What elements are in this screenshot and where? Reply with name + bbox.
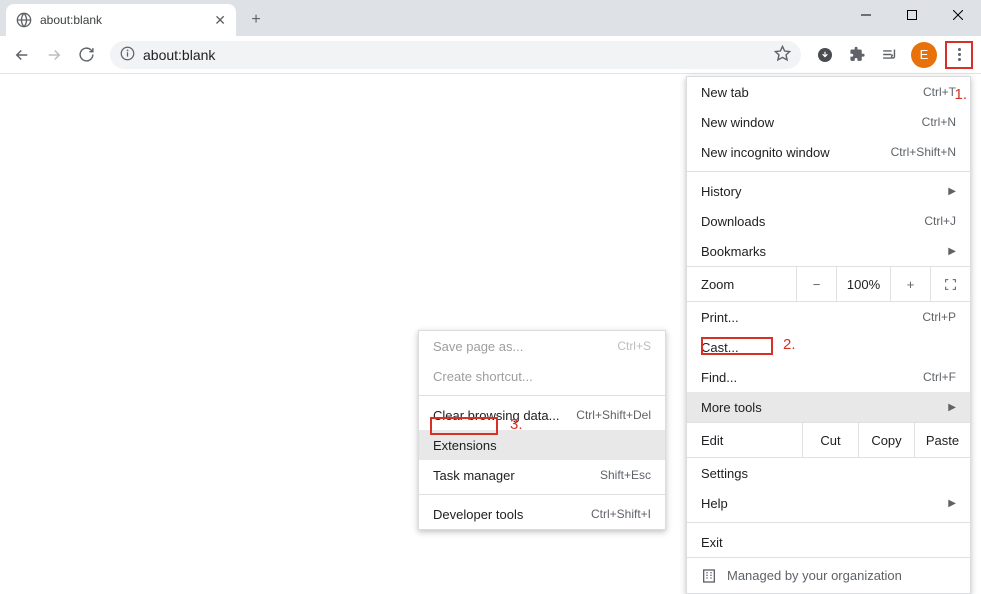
submenu-create-shortcut: Create shortcut... (419, 361, 665, 391)
bookmark-star-icon[interactable] (774, 45, 791, 65)
window-controls (843, 0, 981, 30)
browser-tab[interactable]: about:blank ✕ (6, 4, 236, 36)
zoom-level: 100% (836, 267, 890, 301)
chevron-right-icon: ▶ (948, 246, 956, 257)
back-button[interactable] (8, 41, 36, 69)
fullscreen-button[interactable] (930, 267, 970, 301)
url-text: about:blank (143, 47, 215, 63)
menu-exit[interactable]: Exit (687, 527, 970, 557)
submenu-dev-tools[interactable]: Developer toolsCtrl+Shift+I (419, 499, 665, 529)
forward-button[interactable] (40, 41, 68, 69)
globe-icon (16, 12, 32, 28)
menu-new-incognito[interactable]: New incognito windowCtrl+Shift+N (687, 137, 970, 167)
close-window-button[interactable] (935, 0, 981, 30)
chevron-right-icon: ▶ (948, 186, 956, 197)
zoom-out-button[interactable]: − (796, 267, 836, 301)
menu-downloads[interactable]: DownloadsCtrl+J (687, 206, 970, 236)
download-status-icon[interactable] (811, 41, 839, 69)
tab-title: about:blank (40, 13, 206, 27)
address-bar[interactable]: about:blank (110, 41, 801, 69)
chevron-right-icon: ▶ (948, 498, 956, 509)
maximize-button[interactable] (889, 0, 935, 30)
menu-kebab-button[interactable] (945, 41, 973, 69)
edit-cut-button[interactable]: Cut (802, 423, 858, 457)
building-icon (701, 568, 717, 584)
edit-copy-button[interactable]: Copy (858, 423, 914, 457)
menu-edit: Edit Cut Copy Paste (687, 422, 970, 458)
titlebar: about:blank ✕ + (0, 0, 981, 36)
main-menu: New tabCtrl+T New windowCtrl+N New incog… (686, 76, 971, 594)
menu-new-tab[interactable]: New tabCtrl+T (687, 77, 970, 107)
zoom-in-button[interactable]: + (890, 267, 930, 301)
menu-new-window[interactable]: New windowCtrl+N (687, 107, 970, 137)
menu-find[interactable]: Find...Ctrl+F (687, 362, 970, 392)
new-tab-button[interactable]: + (242, 6, 270, 34)
reload-button[interactable] (72, 41, 100, 69)
menu-more-tools[interactable]: More tools▶ (687, 392, 970, 422)
menu-zoom: Zoom − 100% + (687, 266, 970, 302)
submenu-extensions[interactable]: Extensions (419, 430, 665, 460)
menu-managed[interactable]: Managed by your organization (687, 557, 970, 593)
more-tools-submenu: Save page as...Ctrl+S Create shortcut...… (418, 330, 666, 530)
profile-avatar[interactable]: E (911, 42, 937, 68)
submenu-clear-data[interactable]: Clear browsing data...Ctrl+Shift+Del (419, 400, 665, 430)
menu-cast[interactable]: Cast... (687, 332, 970, 362)
menu-settings[interactable]: Settings (687, 458, 970, 488)
edit-paste-button[interactable]: Paste (914, 423, 970, 457)
extensions-puzzle-icon[interactable] (843, 41, 871, 69)
menu-history[interactable]: History▶ (687, 176, 970, 206)
media-control-icon[interactable] (875, 41, 903, 69)
menu-bookmarks[interactable]: Bookmarks▶ (687, 236, 970, 266)
toolbar: about:blank E (0, 36, 981, 74)
menu-help[interactable]: Help▶ (687, 488, 970, 518)
site-info-icon[interactable] (120, 46, 135, 64)
minimize-button[interactable] (843, 0, 889, 30)
chevron-right-icon: ▶ (948, 402, 956, 413)
close-tab-icon[interactable]: ✕ (214, 12, 226, 29)
menu-print[interactable]: Print...Ctrl+P (687, 302, 970, 332)
submenu-task-manager[interactable]: Task managerShift+Esc (419, 460, 665, 490)
submenu-save-page: Save page as...Ctrl+S (419, 331, 665, 361)
